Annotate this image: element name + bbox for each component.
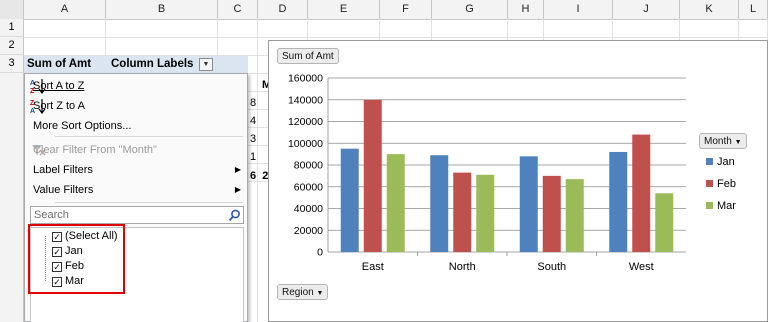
chart-plot-svg: 0 20000 40000 60000 80000 100000 120000 140000 1…: [288, 73, 736, 274]
legend-label-feb: Feb: [717, 178, 736, 190]
y-tick-label: 60000: [294, 181, 323, 193]
pivot-chart[interactable]: Sum of Amt Region ▼ Month ▼ 0 20000 40000 6…: [268, 40, 768, 322]
row-header-strip: [0, 73, 24, 322]
column-header-h[interactable]: H: [508, 0, 544, 19]
gridline: [24, 37, 768, 38]
peek-cell-total: 6 2: [250, 170, 269, 182]
bar-feb-south: [542, 175, 561, 252]
bar-jan-east: [340, 148, 359, 252]
peek-cell-2: 4: [250, 115, 257, 127]
column-header-e[interactable]: E: [308, 0, 380, 19]
peek-cell-1: 8: [250, 97, 257, 109]
sort-z-to-a-label: Sort Z to A: [33, 100, 85, 112]
y-tick-label: 40000: [294, 203, 323, 215]
column-labels-dropdown-button[interactable]: ▼: [199, 58, 213, 71]
x-tick-label: East: [362, 261, 384, 273]
row-header-2[interactable]: 2: [0, 37, 24, 55]
y-tick-label: 120000: [288, 116, 323, 128]
more-sort-options-label: More Sort Options...: [33, 120, 132, 132]
value-filters-item[interactable]: Value Filters ▶: [25, 180, 247, 200]
bar-mar-north: [476, 174, 495, 252]
y-tick-label: 100000: [288, 138, 323, 150]
x-tick-label: North: [449, 261, 476, 273]
clear-filter-label: Clear Filter From "Month": [33, 144, 157, 156]
sort-a-to-z-label: Sort A to Z: [33, 80, 85, 92]
bar-jan-south: [519, 156, 538, 252]
submenu-arrow-icon: ▶: [234, 165, 241, 174]
bar-feb-east: [363, 99, 382, 252]
search-icon: [228, 209, 240, 222]
legend-label-mar: Mar: [717, 200, 736, 212]
column-header-a[interactable]: A: [24, 0, 106, 19]
bar-feb-west: [632, 134, 651, 252]
column-header-i[interactable]: I: [544, 0, 613, 19]
menu-separator: [55, 202, 243, 203]
column-header-c[interactable]: C: [218, 0, 258, 19]
column-header-g[interactable]: G: [432, 0, 508, 19]
peek-cell-4: 1: [250, 151, 257, 163]
more-sort-options-item[interactable]: More Sort Options...: [25, 116, 247, 136]
bar-jan-north: [430, 155, 449, 252]
y-tick-label: 140000: [288, 94, 323, 106]
label-filters-item[interactable]: Label Filters ▶: [25, 160, 247, 180]
y-tick-label: 80000: [294, 160, 323, 172]
column-header-l[interactable]: L: [739, 0, 768, 19]
y-tick-label: 20000: [294, 225, 323, 237]
search-placeholder: Search: [34, 209, 69, 221]
legend-swatch-mar: [706, 202, 713, 209]
legend-label-jan: Jan: [717, 156, 735, 168]
bar-jan-west: [609, 151, 628, 252]
column-header-b[interactable]: B: [106, 0, 218, 19]
pivot-values-label: Sum of Amt: [27, 58, 92, 70]
peek-cell-3: 3: [250, 133, 257, 145]
submenu-arrow-icon: ▶: [234, 185, 241, 194]
bar-mar-east: [386, 154, 405, 252]
bar-feb-north: [453, 172, 472, 252]
sort-a-to-z-item[interactable]: A Z Sort A to Z: [25, 76, 247, 96]
clear-filter-item: Clear Filter From "Month": [25, 140, 247, 160]
filter-search-input[interactable]: Search: [30, 206, 244, 224]
column-header-k[interactable]: K: [680, 0, 739, 19]
x-tick-label: West: [629, 261, 654, 273]
row-header-1[interactable]: 1: [0, 19, 24, 37]
value-filters-label: Value Filters: [33, 184, 94, 196]
label-filters-label: Label Filters: [33, 164, 93, 176]
column-header-j[interactable]: J: [613, 0, 680, 19]
legend-swatch-jan: [706, 158, 713, 165]
legend-swatch-feb: [706, 180, 713, 187]
menu-separator: [55, 136, 243, 137]
sort-z-to-a-item[interactable]: Z A Sort Z to A: [25, 96, 247, 116]
y-tick-label: 0: [317, 247, 323, 259]
select-all-corner[interactable]: [0, 0, 24, 19]
column-header-f[interactable]: F: [380, 0, 432, 19]
bar-mar-south: [565, 179, 584, 252]
highlight-box: [28, 224, 125, 294]
column-header-d[interactable]: D: [258, 0, 308, 19]
y-tick-label: 160000: [288, 73, 323, 85]
bar-mar-west: [655, 193, 674, 252]
row-header-3[interactable]: 3: [0, 55, 24, 73]
x-tick-label: South: [537, 261, 566, 273]
pivot-column-labels: Column Labels: [111, 58, 194, 70]
